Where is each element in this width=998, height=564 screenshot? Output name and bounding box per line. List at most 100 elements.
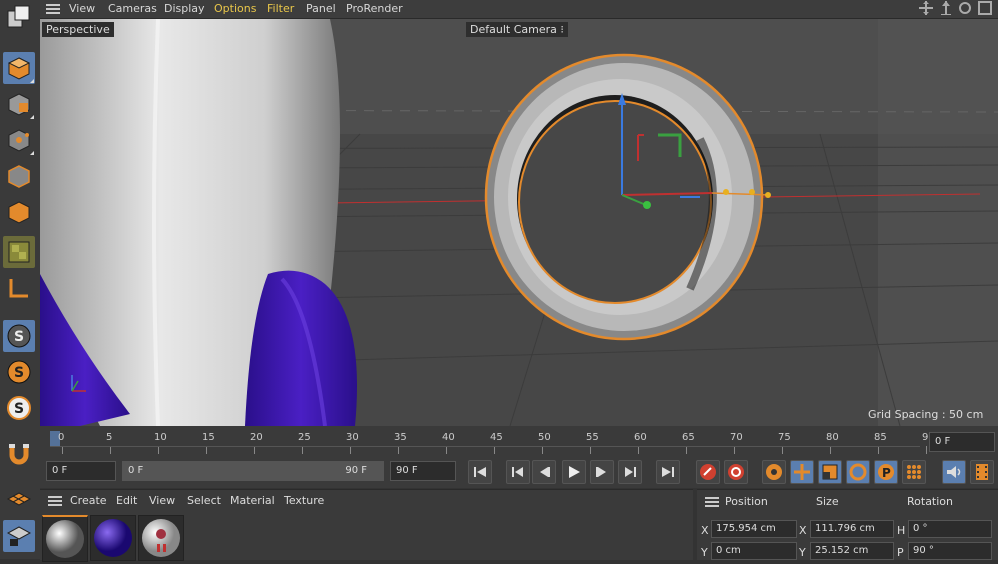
3d-viewport[interactable]: Perspective Default Camera ⁝ Grid Spacin… [40, 19, 998, 426]
range-end-label: 90 F [345, 465, 367, 476]
view-label[interactable]: Perspective [42, 22, 114, 37]
workplane-icon[interactable] [3, 484, 35, 516]
snap-settings-icon[interactable]: S [3, 356, 35, 388]
timeline-tick-label: 80 [826, 432, 839, 443]
camera-label[interactable]: Default Camera ⁝ [466, 22, 568, 37]
undo-view-icon[interactable] [3, 2, 35, 34]
workplane-snap-icon[interactable]: S [3, 392, 35, 424]
timeline-tick-label: 15 [202, 432, 215, 443]
frame-marks [50, 446, 920, 455]
go-to-start-icon[interactable] [468, 460, 492, 484]
menu-filter[interactable]: Filter [267, 2, 294, 15]
svg-text:S: S [14, 401, 24, 417]
timeline-tick-label: 65 [682, 432, 695, 443]
position-key-icon[interactable] [790, 460, 814, 484]
range-start-label: 0 F [128, 465, 144, 476]
rotation-key-icon[interactable] [846, 460, 870, 484]
timeline-tick-label: 75 [778, 432, 791, 443]
axis-mode-icon[interactable] [3, 272, 35, 304]
prev-frame-icon[interactable] [532, 460, 556, 484]
timeline-tick-label: 85 [874, 432, 887, 443]
size-y-field[interactable]: 25.152 cm [810, 542, 894, 560]
timeline-tick-label: 5 [106, 432, 113, 443]
size-header: Size [816, 495, 839, 508]
menu-cameras[interactable]: Cameras [108, 2, 157, 15]
snap-icon[interactable]: S [3, 320, 35, 352]
timeline-tick-label: 30 [346, 432, 359, 443]
menu-mat-view[interactable]: View [149, 494, 175, 507]
end-frame-field[interactable]: 90 F [390, 461, 456, 481]
timeline-ruler[interactable]: 051015202530354045505560657075808590 0 F [40, 426, 998, 458]
grid-spacing-label: Grid Spacing : 50 cm [868, 408, 984, 421]
parameter-key-icon[interactable]: P [874, 460, 898, 484]
current-frame-field[interactable]: 0 F [929, 432, 995, 452]
scale-key-icon[interactable] [818, 460, 842, 484]
uv-mode-icon[interactable] [3, 236, 35, 268]
material-menu-hamburger-icon[interactable] [48, 495, 62, 510]
scene-render [40, 19, 998, 426]
next-frame-icon[interactable] [590, 460, 614, 484]
timeline-tick-label: 70 [730, 432, 743, 443]
timeline-tick-label: 55 [586, 432, 599, 443]
timeline-tick-label: 10 [154, 432, 167, 443]
menu-options[interactable]: Options [214, 2, 256, 15]
position-x-field[interactable]: 175.954 cm [711, 520, 797, 538]
point-level-icon[interactable] [902, 460, 926, 484]
timeline-tick-label: 0 [58, 432, 65, 443]
menu-display[interactable]: Display [164, 2, 205, 15]
svg-text:P: P [882, 466, 891, 480]
points-mode-icon[interactable] [3, 124, 35, 156]
rotate-view-icon[interactable] [958, 1, 972, 18]
rotation-h-field[interactable]: 0 ° [908, 520, 992, 538]
go-to-end-icon[interactable] [656, 460, 680, 484]
rotation-header: Rotation [907, 495, 954, 508]
material-swatch-purple[interactable] [90, 515, 136, 561]
coordinates-manager: Position Size Rotation X 175.954 cm X 11… [697, 489, 998, 560]
menu-panel[interactable]: Panel [306, 2, 336, 15]
rotation-p-label: P [897, 546, 904, 559]
locked-workplane-icon[interactable] [3, 520, 35, 552]
menu-create[interactable]: Create [70, 494, 107, 507]
timeline-tick-label: 50 [538, 432, 551, 443]
sound-icon[interactable] [942, 460, 966, 484]
edges-mode-icon[interactable] [3, 160, 35, 192]
coords-menu-hamburger-icon[interactable] [705, 496, 719, 511]
model-mode-icon[interactable] [3, 52, 35, 84]
position-x-label: X [701, 524, 709, 537]
preview-range-slider[interactable]: 0 F 90 F [122, 461, 384, 481]
size-x-field[interactable]: 111.796 cm [810, 520, 894, 538]
magnet-icon[interactable] [3, 438, 35, 470]
play-icon[interactable] [562, 460, 586, 484]
menu-prorender[interactable]: ProRender [346, 2, 403, 15]
next-key-icon[interactable] [618, 460, 642, 484]
material-swatch-rocket[interactable] [138, 515, 184, 561]
timeline-tick-label: 25 [298, 432, 311, 443]
size-x-label: X [799, 524, 807, 537]
film-icon[interactable] [970, 460, 994, 484]
menu-edit[interactable]: Edit [116, 494, 137, 507]
polygons-mode-icon[interactable] [3, 196, 35, 228]
start-frame-field[interactable]: 0 F [46, 461, 116, 481]
autokey-icon[interactable] [724, 460, 748, 484]
rotation-p-field[interactable]: 90 ° [908, 542, 992, 560]
material-swatch-white[interactable] [42, 515, 88, 562]
move-view-icon[interactable] [919, 1, 933, 18]
position-header: Position [725, 495, 768, 508]
timeline-tick-mark [926, 446, 927, 454]
camera-name: Default Camera [470, 23, 557, 36]
record-active-icon[interactable] [696, 460, 720, 484]
menu-texture[interactable]: Texture [284, 494, 324, 507]
prev-key-icon[interactable] [506, 460, 530, 484]
timeline-tick-label: 60 [634, 432, 647, 443]
keyframe-selection-icon[interactable] [762, 460, 786, 484]
menu-select[interactable]: Select [187, 494, 221, 507]
position-y-field[interactable]: 0 cm [711, 542, 797, 560]
maximize-view-icon[interactable] [978, 1, 992, 18]
texture-mode-icon[interactable] [3, 88, 35, 120]
menu-view[interactable]: View [69, 2, 95, 15]
material-manager: Create Edit View Select Material Texture [40, 489, 693, 562]
viewport-menubar: View Cameras Display Options Filter Pane… [40, 0, 998, 19]
menu-material[interactable]: Material [230, 494, 275, 507]
hamburger-icon[interactable] [46, 3, 60, 18]
zoom-view-icon[interactable] [939, 1, 953, 18]
